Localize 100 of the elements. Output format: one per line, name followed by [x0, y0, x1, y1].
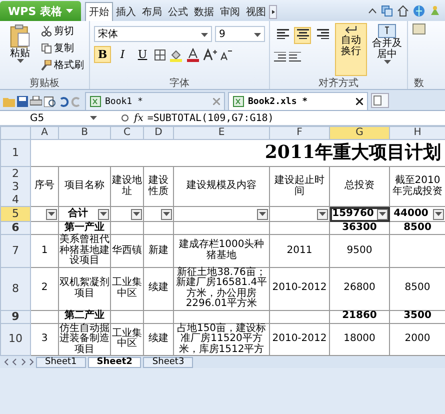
filter-dropdown-button[interactable]	[161, 208, 172, 220]
close-icon[interactable]	[356, 98, 363, 105]
home-icon[interactable]	[397, 5, 409, 17]
row-header[interactable]: 7	[0, 234, 30, 267]
column-header[interactable]: A	[30, 126, 58, 140]
table-cell: 2011	[270, 234, 330, 267]
table-cell: 美系曾祖代种猪基地建设项目	[58, 234, 110, 267]
copy-icon	[41, 42, 52, 54]
paste-button[interactable]: 粘贴	[4, 23, 36, 76]
total-cell-text: 合计	[67, 208, 89, 220]
row-header[interactable]: 5	[0, 206, 30, 222]
column-header[interactable]: E	[174, 126, 270, 140]
column-header[interactable]: F	[270, 126, 330, 140]
copy-button[interactable]: 复制	[40, 40, 85, 56]
caret-icon	[16, 59, 24, 63]
windows-icon[interactable]	[381, 5, 393, 17]
font-name-field[interactable]: 宋体	[94, 26, 212, 42]
borders-icon[interactable]	[154, 48, 166, 60]
caret-icon	[201, 32, 208, 36]
filter-dropdown-button[interactable]	[433, 208, 444, 220]
column-header[interactable]: G	[330, 126, 390, 140]
grow-font-icon[interactable]	[203, 48, 217, 61]
formula-field[interactable]: =SUBTOTAL(109,G7:G18)	[143, 112, 274, 124]
row-header[interactable]: 9	[0, 310, 30, 323]
sheet-tab[interactable]: Sheet3	[143, 356, 194, 368]
caret-icon	[66, 9, 73, 13]
filter-dropdown-button[interactable]	[377, 208, 388, 220]
globe-icon[interactable]	[413, 5, 425, 17]
more-tabs-icon[interactable]	[268, 5, 277, 19]
column-header[interactable]: D	[144, 126, 174, 140]
filter-dropdown-button[interactable]	[98, 208, 109, 220]
table-cell: 1	[30, 234, 58, 267]
filter-dropdown-button[interactable]	[317, 208, 328, 220]
sheet-title: 2011年重大项目计划	[30, 140, 445, 166]
sheet-tab[interactable]: Sheet2	[88, 356, 142, 368]
ribbon-tab[interactable]: 开始	[84, 2, 113, 21]
wrap-text-button[interactable]: 自动换行	[335, 23, 367, 76]
table-cell: 第一产业	[58, 222, 110, 234]
undo-icon[interactable]	[58, 96, 69, 106]
font-color-icon[interactable]	[186, 48, 200, 62]
spreadsheet-icon	[90, 96, 101, 107]
filter-dropdown-button[interactable]	[257, 208, 268, 220]
merge-cells-icon	[378, 24, 396, 38]
ribbon-tab[interactable]: 数据	[190, 2, 217, 21]
table-cell: 2010-2012	[270, 267, 330, 310]
increase-indent-icon[interactable]	[289, 52, 301, 62]
underline-button[interactable]: U	[134, 46, 151, 63]
caret-icon	[259, 212, 266, 216]
header-cell: 建设规模及内容	[174, 166, 270, 206]
align-right-icon	[316, 29, 328, 39]
ribbon-tab[interactable]: 视图	[242, 2, 269, 21]
shrink-font-icon[interactable]	[220, 48, 232, 61]
row-header[interactable]: 4	[1, 193, 30, 206]
column-header[interactable]: C	[110, 126, 144, 140]
ribbon-tab[interactable]: 审阅	[216, 2, 243, 21]
zoom-icon[interactable]	[121, 114, 130, 122]
row-header[interactable]: 3	[1, 180, 30, 193]
row-header[interactable]: 6	[0, 222, 30, 234]
ribbon-tab[interactable]: 布局	[138, 2, 165, 21]
column-header[interactable]: B	[58, 126, 110, 140]
selected-cell[interactable]: 159760	[330, 206, 390, 222]
table-cell: 26800	[330, 267, 390, 310]
filter-dropdown-button[interactable]	[46, 208, 57, 220]
print-icon[interactable]	[30, 96, 42, 107]
row-header[interactable]: 10	[0, 323, 30, 356]
column-header[interactable]: H	[390, 126, 445, 140]
sheet-tab[interactable]: Sheet1	[36, 356, 86, 368]
cut-button[interactable]: 剪切	[40, 23, 85, 39]
row-header[interactable]: 1	[0, 140, 30, 166]
font-size-field[interactable]: 9	[215, 26, 265, 42]
decrease-indent-icon[interactable]	[274, 52, 286, 62]
row-header[interactable]: 8	[0, 267, 30, 310]
sheet-navigation-icon[interactable]	[4, 358, 34, 366]
header-cell: 建设地址	[110, 166, 144, 206]
insert-function-button[interactable]: fx	[134, 112, 144, 124]
group-label: 字体	[168, 76, 190, 89]
table-cell: 双机絮凝剂项目	[58, 267, 110, 310]
table-cell: 新建	[144, 234, 174, 267]
filter-dropdown-button[interactable]	[131, 208, 142, 220]
save-icon[interactable]	[17, 96, 28, 107]
header-cell: 建设性质	[144, 166, 174, 206]
document-tab[interactable]: Book1 *	[85, 92, 225, 110]
name-box[interactable]: G5	[0, 112, 90, 124]
return-arrow-icon	[344, 25, 358, 35]
align-center-button[interactable]	[294, 27, 311, 44]
new-document-icon[interactable]	[371, 93, 389, 108]
caret-icon	[133, 212, 140, 216]
row-header[interactable]: 2	[1, 167, 30, 180]
ribbon-tab[interactable]: 公式	[164, 2, 191, 21]
fill-color-icon[interactable]	[169, 48, 183, 62]
print-preview-icon[interactable]	[44, 96, 56, 107]
ribbon-tab[interactable]: 插入	[112, 2, 139, 21]
bold-button[interactable]: B	[94, 46, 111, 63]
table-cell: 36300	[330, 222, 390, 234]
italic-button[interactable]: I	[114, 46, 131, 63]
merge-center-button[interactable]: 合并及居中	[371, 23, 403, 76]
format-painter-button[interactable]: 格式刷	[40, 57, 85, 73]
caret-icon	[254, 32, 261, 36]
spreadsheet-icon	[233, 96, 244, 107]
document-tab[interactable]: Book2.xls *	[228, 92, 368, 110]
